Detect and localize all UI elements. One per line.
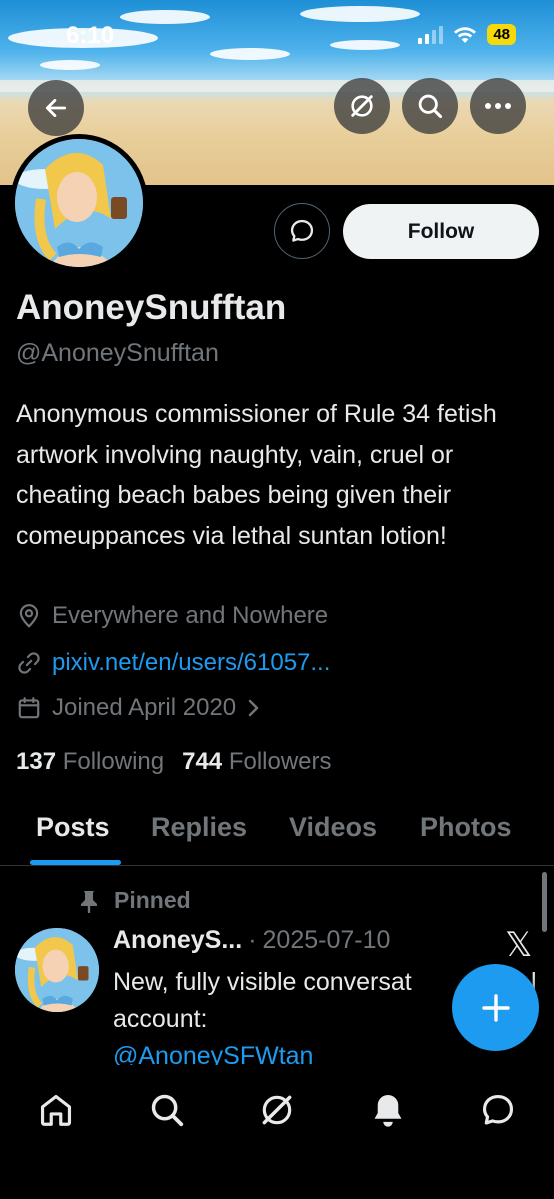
bell-icon — [374, 1094, 402, 1127]
home-icon — [40, 1094, 72, 1126]
grok-icon — [351, 95, 373, 117]
website-link[interactable]: pixiv.net/en/users/61057... — [52, 649, 330, 677]
x-logo-icon: 𝕏 — [505, 926, 533, 964]
plus-icon — [481, 993, 510, 1022]
calendar-icon — [18, 697, 40, 719]
location-pin-icon — [19, 604, 39, 628]
search-icon — [151, 1094, 184, 1127]
location-text: Everywhere and Nowhere — [52, 602, 329, 629]
pin-icon — [81, 890, 97, 913]
profile-joined[interactable]: Joined April 2020 — [16, 694, 262, 722]
battery-indicator: 48 — [487, 24, 516, 45]
search-icon — [418, 94, 443, 119]
profile-handle: @AnoneySnufftan — [16, 339, 219, 367]
profile-website[interactable]: pixiv.net/en/users/61057... — [16, 649, 330, 677]
message-icon — [290, 219, 314, 242]
status-time: 6:10 — [66, 22, 115, 49]
message-button[interactable] — [274, 203, 330, 259]
profile-avatar[interactable] — [10, 134, 148, 272]
more-icon — [485, 103, 511, 109]
pinned-label: Pinned — [114, 887, 191, 913]
tab-videos[interactable]: Videos — [289, 812, 377, 843]
grok-icon — [262, 1095, 292, 1125]
post-avatar[interactable] — [15, 928, 99, 1012]
bottom-navigation — [0, 1068, 554, 1199]
back-arrow-icon — [45, 99, 67, 117]
post-header: AnoneyS... · 2025-07-10 — [113, 926, 390, 955]
back-button[interactable] — [28, 80, 84, 136]
more-options-button[interactable] — [470, 78, 526, 134]
profile-bio: Anonymous commissioner of Rule 34 fetish… — [16, 400, 497, 550]
post-text-line1: New, fully visible conversat — [113, 968, 412, 996]
follow-counts: 137 Following 744 Followers — [16, 748, 332, 776]
active-tab-indicator — [30, 860, 121, 865]
scrollbar[interactable] — [542, 872, 547, 932]
nav-messages[interactable] — [476, 1088, 520, 1132]
search-button[interactable] — [402, 78, 458, 134]
compose-button[interactable] — [452, 964, 539, 1051]
tab-photos[interactable]: Photos — [420, 812, 512, 843]
post-date[interactable]: 2025-07-10 — [263, 926, 391, 955]
profile-location: Everywhere and Nowhere — [16, 602, 328, 630]
profile-page: 6:10 48 Follow AnoneySnufftan @AnoneySnu… — [0, 0, 554, 1199]
nav-notifications[interactable] — [366, 1088, 410, 1132]
post-separator: · — [248, 926, 257, 954]
followers-count[interactable]: 744 Followers — [182, 748, 331, 776]
chevron-right-icon — [248, 699, 259, 717]
nav-home[interactable] — [34, 1088, 78, 1132]
post-text[interactable]: New, fully visible conversat account: @A… — [113, 964, 453, 1075]
nav-explore[interactable] — [145, 1088, 189, 1132]
following-count[interactable]: 137 Following — [16, 748, 164, 776]
avatar-image — [15, 139, 143, 267]
follow-button[interactable]: Follow — [343, 204, 539, 259]
wifi-icon — [454, 26, 477, 43]
joined-text: Joined April 2020 — [52, 694, 237, 721]
status-icons: 48 — [418, 24, 516, 45]
tab-posts[interactable]: Posts — [36, 812, 110, 843]
post-author[interactable]: AnoneyS... — [113, 926, 242, 955]
pinned-indicator: Pinned — [78, 887, 191, 914]
profile-display-name: AnoneySnufftan — [16, 288, 287, 327]
link-icon — [18, 652, 40, 674]
profile-tabs: Posts Replies Videos Photos — [0, 798, 554, 866]
grok-button[interactable] — [334, 78, 390, 134]
post-text-line2: account: — [113, 1005, 208, 1033]
nav-grok[interactable] — [255, 1088, 299, 1132]
signal-icon — [418, 25, 444, 44]
chat-bubble-icon — [482, 1094, 514, 1125]
tab-replies[interactable]: Replies — [151, 812, 247, 843]
